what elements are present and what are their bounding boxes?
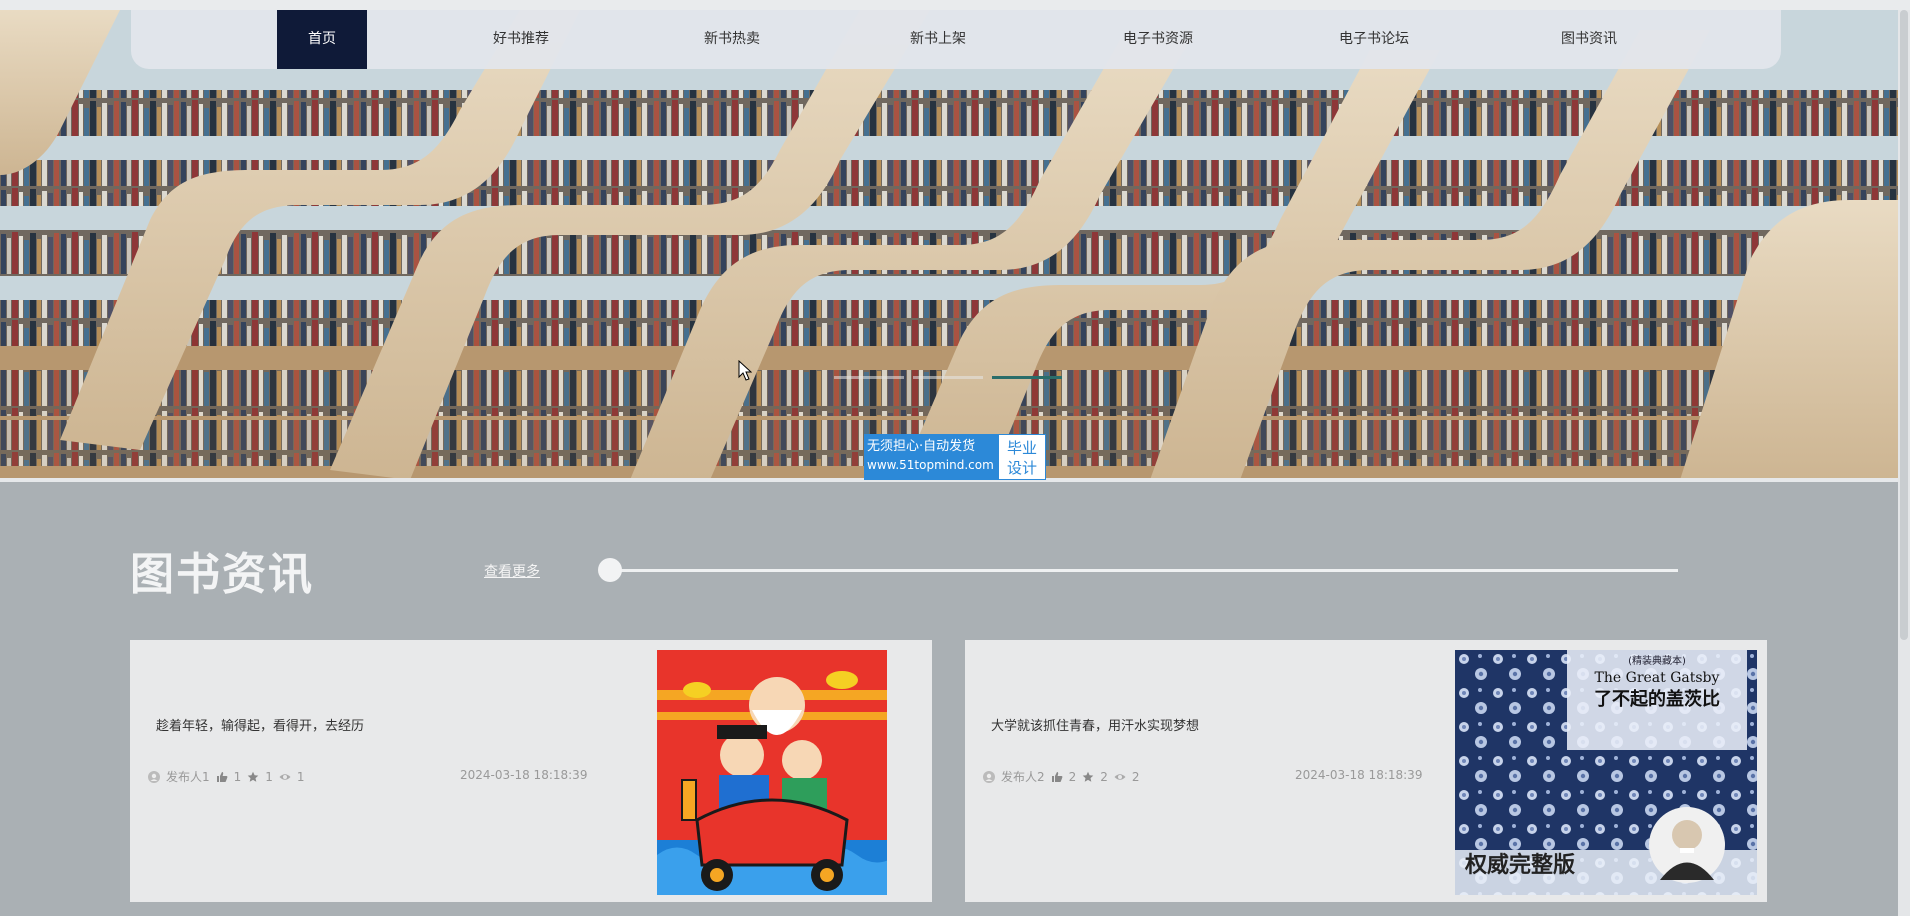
news-views: 1 [296, 769, 305, 784]
star-icon[interactable] [247, 771, 259, 783]
watermark-tag-line1: 毕业 [1006, 439, 1037, 457]
scrollbar-thumb[interactable] [1900, 10, 1908, 640]
watermark-tag: 毕业 设计 [998, 434, 1046, 480]
top-strip [0, 0, 1910, 10]
mouse-cursor-icon [738, 360, 752, 381]
news-favorites: 1 [265, 769, 273, 784]
nav-item-hot-sales[interactable]: 新书热卖 [672, 10, 792, 69]
cover-chinese-title: 了不起的盖茨比 [1594, 688, 1720, 710]
carousel-dot-2[interactable] [913, 376, 983, 379]
news-favorites: 2 [1100, 769, 1108, 784]
god-of-wealth-cover [657, 650, 887, 895]
news-card-1[interactable]: 趁着年轻，输得起，看得开，去经历 发布人1 1 1 1 2024-03-18 1… [130, 640, 932, 902]
nav-item-home[interactable]: 首页 [277, 10, 367, 69]
nav-item-book-news[interactable]: 图书资讯 [1529, 10, 1649, 69]
news-card-2[interactable]: 大学就该抓住青春，用汗水实现梦想 发布人2 2 2 2 2024-03-18 1… [965, 640, 1767, 902]
thumbs-up-icon[interactable] [216, 771, 228, 783]
user-avatar-icon [148, 770, 160, 783]
news-date: 2024-03-18 18:18:39 [460, 768, 588, 782]
news-card-title: 大学就该抓住青春，用汗水实现梦想 [991, 719, 1200, 734]
star-icon[interactable] [1082, 771, 1094, 783]
page-scrollbar[interactable] [1898, 10, 1910, 916]
cover-tag: (精装典藏本) [1628, 654, 1686, 667]
section-slider-track[interactable] [600, 569, 1678, 572]
view-more-link[interactable]: 查看更多 [484, 561, 540, 581]
watermark-text: 无须担心·自动发货 www.51topmind.com [864, 434, 998, 480]
user-avatar-icon [983, 770, 995, 783]
nav-item-recommended[interactable]: 好书推荐 [461, 10, 581, 69]
nav-item-ebook-resources[interactable]: 电子书资源 [1093, 10, 1223, 69]
carousel-dot-3[interactable] [992, 376, 1062, 379]
news-card-title: 趁着年轻，输得起，看得开，去经历 [156, 719, 365, 734]
news-author: 发布人1 [166, 770, 210, 784]
watermark-badge: 无须担心·自动发货 www.51topmind.com 毕业 设计 [864, 434, 1046, 480]
cover-english-title: The Great Gatsby [1595, 670, 1720, 686]
section-slider-knob[interactable] [598, 558, 622, 582]
news-card-meta: 发布人1 1 1 1 [148, 768, 305, 785]
watermark-line1: 无须担心·自动发货 [867, 439, 976, 454]
watermark-url: www.51topmind.com [867, 458, 994, 472]
news-card-image[interactable]: (精装典藏本) The Great Gatsby 了不起的盖茨比 权威完整版 [1455, 650, 1757, 895]
eye-icon [1114, 773, 1126, 780]
news-card-image[interactable] [657, 650, 887, 895]
watermark-tag-line2: 设计 [1006, 459, 1037, 477]
carousel-dot-1[interactable] [834, 376, 904, 379]
eye-icon [279, 773, 291, 780]
news-likes: 1 [233, 769, 242, 784]
news-card-meta: 发布人2 2 2 2 [983, 768, 1140, 785]
cover-banner: 权威完整版 [1464, 852, 1575, 878]
thumbs-up-icon[interactable] [1051, 771, 1063, 783]
news-likes: 2 [1068, 769, 1077, 784]
section-title: 图书资讯 [130, 549, 314, 600]
top-navigation: 首页 好书推荐 新书热卖 新书上架 电子书资源 电子书论坛 图书资讯 [131, 10, 1781, 69]
hero-banner [0, 10, 1898, 478]
great-gatsby-cover: (精装典藏本) The Great Gatsby 了不起的盖茨比 权威完整版 [1455, 650, 1757, 895]
nav-item-new-arrivals[interactable]: 新书上架 [878, 10, 998, 69]
news-views: 2 [1131, 769, 1140, 784]
news-date: 2024-03-18 18:18:39 [1295, 768, 1423, 782]
library-shelves-illustration [0, 10, 1898, 478]
nav-item-ebook-forum[interactable]: 电子书论坛 [1309, 10, 1439, 69]
news-author: 发布人2 [1001, 770, 1045, 784]
